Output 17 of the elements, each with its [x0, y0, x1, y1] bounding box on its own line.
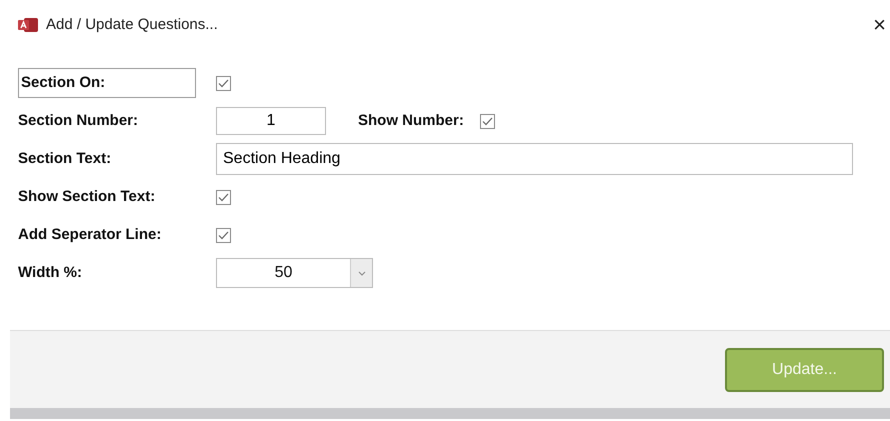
- app-logo-icon: [18, 17, 38, 33]
- field-label: Add Seperator Line:: [18, 224, 162, 245]
- field-label: Show Number:: [358, 110, 464, 131]
- checkbox[interactable]: [216, 228, 231, 242]
- field-label: Section On:: [18, 68, 196, 98]
- checkbox[interactable]: [216, 190, 231, 204]
- close-button[interactable]: ×: [873, 14, 886, 36]
- window-title: Add / Update Questions...: [46, 14, 218, 35]
- dropdown-field[interactable]: 50: [216, 258, 373, 288]
- number-field[interactable]: 1: [216, 107, 326, 135]
- checkbox[interactable]: [216, 76, 231, 90]
- text-field[interactable]: Section Heading: [216, 143, 853, 175]
- field-label: Section Number:: [18, 110, 140, 131]
- field-label: Show Section Text:: [18, 186, 156, 207]
- field-label: Section Text:: [18, 148, 112, 169]
- checkbox[interactable]: [480, 114, 495, 128]
- field-label: Width %:: [18, 262, 84, 283]
